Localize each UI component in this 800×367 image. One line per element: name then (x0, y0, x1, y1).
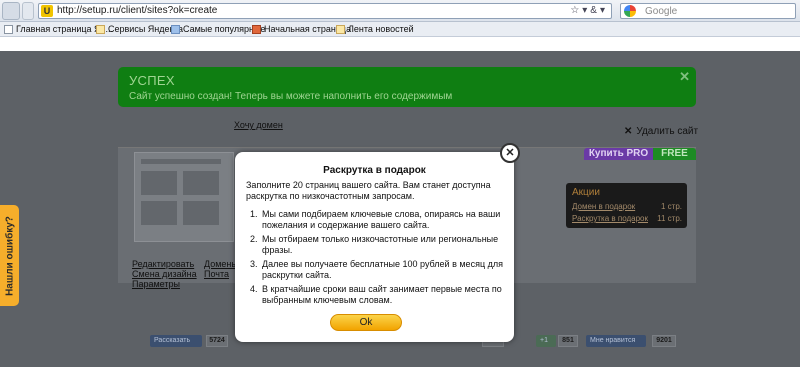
search-box[interactable]: Google (620, 3, 796, 19)
list-item: 4. В кратчайшие сроки ваш сайт занимает п… (250, 284, 502, 305)
success-text: Сайт успешно создан! Теперь вы можете на… (129, 91, 453, 102)
success-banner: УСПЕХ Сайт успешно создан! Теперь вы мож… (118, 67, 696, 107)
rss-folder-icon (336, 25, 345, 34)
plus-one-count: 851 (558, 335, 578, 347)
delete-site-button[interactable]: ✕ Удалить сайт (624, 126, 698, 137)
page-icon (4, 25, 13, 34)
list-item: 1. Мы сами подбираем ключевые слова, опир… (250, 209, 501, 230)
delete-icon: ✕ (624, 126, 633, 137)
promo-row[interactable]: Раскрутка в подарок 11 стр. (572, 214, 682, 223)
url-text: http://setup.ru/client/sites?ok=create (57, 5, 218, 16)
change-design-link[interactable]: Смена дизайна (132, 269, 197, 279)
plus-one-button[interactable]: +1 (536, 335, 556, 347)
modal-close-icon[interactable]: ✕ (500, 143, 520, 163)
promo-title: Акции (572, 187, 600, 198)
like-button[interactable]: Мне нравится (586, 335, 646, 347)
address-bar-icons[interactable]: ☆▾&▾ (570, 5, 608, 16)
buy-pro-tab[interactable]: Купить PRO (584, 148, 653, 160)
firefox-icon (252, 25, 261, 34)
promo-box: Акции Домен в подарок 1 стр. Раскрутка в… (566, 183, 687, 228)
bookmarks-bar: Главная страница Ян... Сервисы Яндекса С… (0, 22, 800, 37)
back-button[interactable] (2, 2, 20, 20)
site-favicon-icon: U (41, 5, 53, 17)
modal-list: 1. Мы сами подбираем ключевые слова, опир… (246, 209, 508, 309)
list-item: 3. Далее вы получаете бесплатные 100 рубл… (250, 259, 503, 280)
forward-button[interactable] (22, 2, 34, 20)
share-count: 5724 (206, 335, 228, 347)
like-count: 9201 (652, 335, 676, 347)
folder-icon (96, 25, 105, 34)
search-placeholder: Google (645, 6, 678, 17)
settings-link[interactable]: Параметры (132, 279, 197, 289)
free-tab[interactable]: FREE (653, 148, 696, 160)
site-thumbnail[interactable] (134, 152, 234, 242)
found-error-tab[interactable]: Нашли ошибку? (0, 205, 19, 306)
want-domain-link[interactable]: Хочу домен (234, 120, 283, 130)
edit-link[interactable]: Редактировать (132, 259, 197, 269)
address-bar[interactable]: U http://setup.ru/client/sites?ok=create… (38, 3, 612, 19)
success-title: УСПЕХ (129, 73, 175, 88)
domains-link[interactable]: Домены (204, 259, 238, 269)
site-actions-2: Домены Почта (204, 259, 238, 279)
browser-toolbar: U http://setup.ru/client/sites?ok=create… (0, 0, 800, 22)
promo-modal: Раскрутка в подарок Заполните 20 страниц… (235, 152, 514, 342)
google-icon (624, 5, 636, 17)
modal-title: Раскрутка в подарок (323, 165, 426, 176)
modal-intro: Заполните 20 страниц вашего сайта. Вам с… (246, 180, 491, 201)
bookmark-item[interactable]: Сервисы Яндекса (96, 24, 183, 34)
close-icon[interactable]: ✕ (679, 69, 690, 85)
promo-row[interactable]: Домен в подарок 1 стр. (572, 202, 682, 211)
ok-button[interactable]: Ok (330, 314, 402, 331)
star-icon (171, 25, 180, 34)
blank-bar (0, 37, 508, 51)
share-button[interactable]: Рассказать (150, 335, 202, 347)
list-item: 2. Мы отбираем только низкочастотные или … (250, 234, 499, 255)
bookmark-item[interactable]: Лента новостей (336, 24, 414, 34)
mail-link[interactable]: Почта (204, 269, 238, 279)
site-actions: Редактировать Смена дизайна Параметры (132, 259, 197, 289)
